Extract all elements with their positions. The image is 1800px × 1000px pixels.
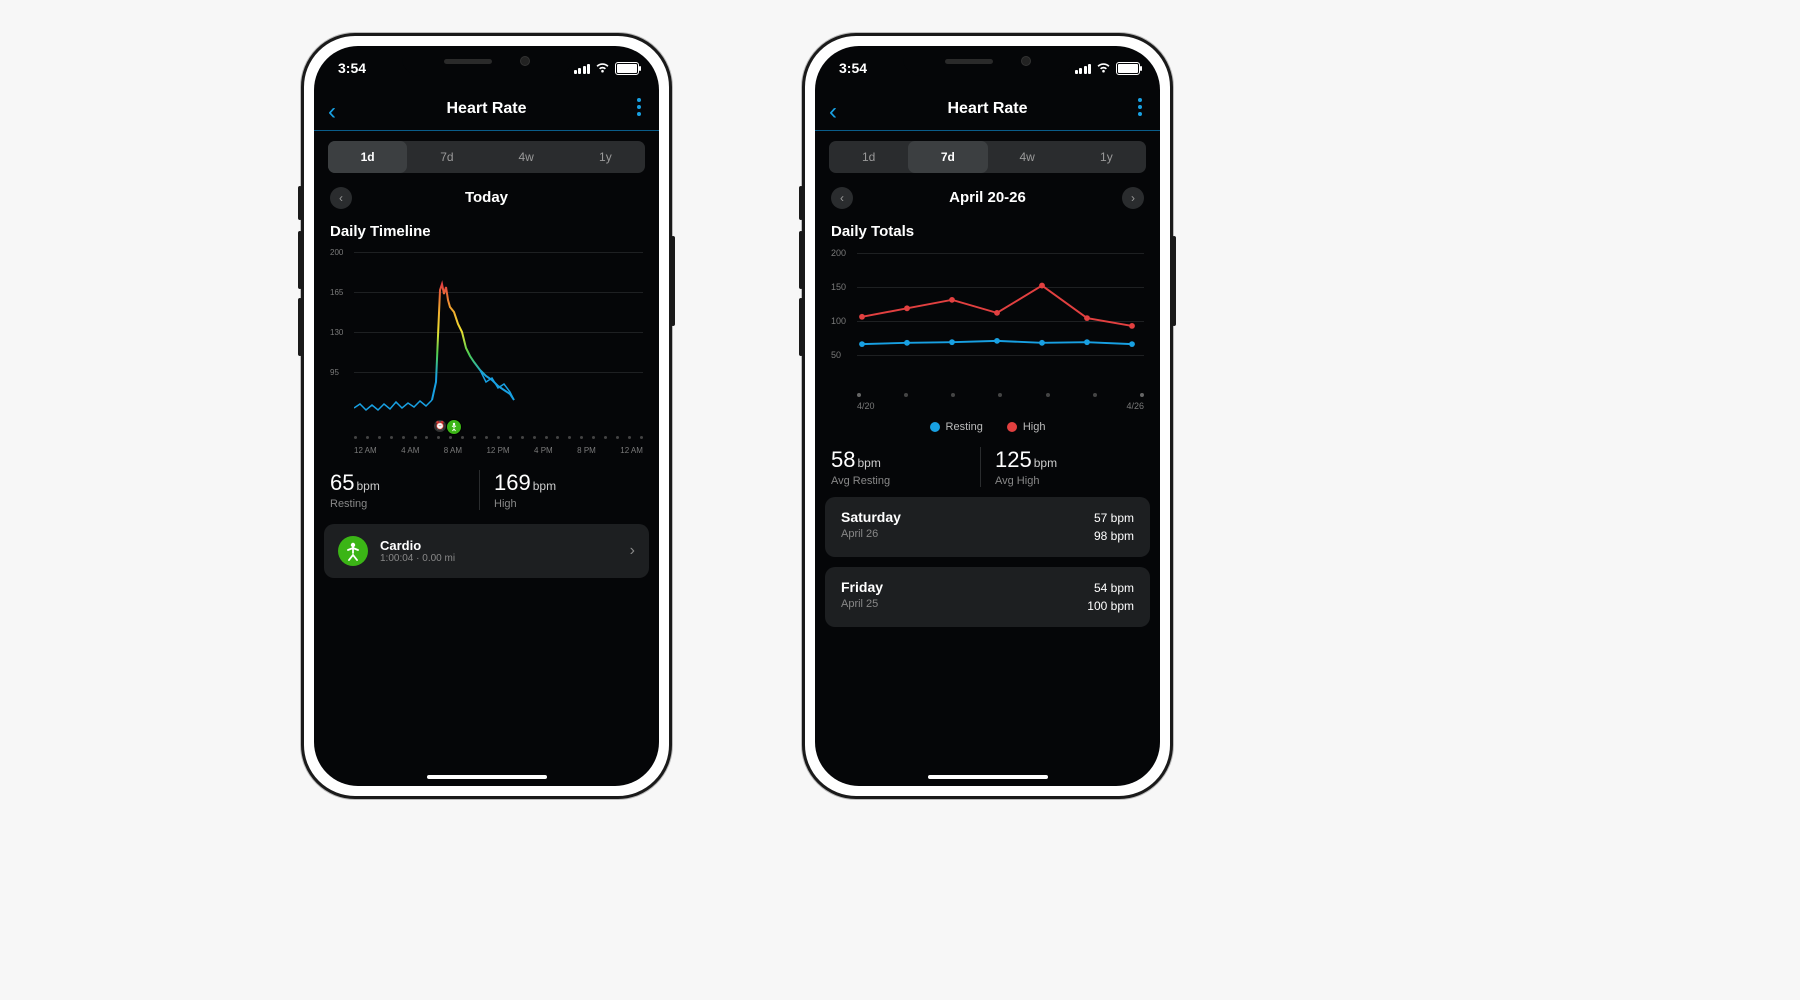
seg-4w[interactable]: 4w: [487, 141, 566, 173]
day-row[interactable]: Friday April 25 54 bpm 100 bpm: [825, 567, 1150, 627]
chevron-right-icon: ›: [630, 542, 635, 560]
section-title: Daily Totals: [831, 223, 1144, 240]
more-menu-button[interactable]: [1138, 98, 1142, 116]
stat-avg-high: 125bpm Avg High: [980, 447, 1144, 487]
date-nav: ‹ Today: [314, 179, 659, 219]
activity-detail: 1:00:04 · 0.00 mi: [380, 553, 630, 564]
seg-4w[interactable]: 4w: [988, 141, 1067, 173]
seg-7d[interactable]: 7d: [908, 141, 987, 173]
status-time: 3:54: [338, 60, 366, 76]
home-indicator[interactable]: [427, 775, 547, 779]
chart-legend: Resting High: [815, 421, 1160, 433]
activity-row[interactable]: Cardio 1:00:04 · 0.00 mi ›: [324, 524, 649, 578]
nav-header: ‹ Heart Rate: [314, 90, 659, 131]
cellular-icon: [1075, 64, 1092, 74]
day-row[interactable]: Saturday April 26 57 bpm 98 bpm: [825, 497, 1150, 557]
section-title: Daily Timeline: [330, 223, 643, 240]
battery-icon: [615, 62, 639, 75]
range-segmented: 1d 7d 4w 1y: [829, 141, 1146, 173]
stats-row: 58bpm Avg Resting 125bpm Avg High: [831, 447, 1144, 487]
wifi-icon: [595, 62, 610, 75]
date-label: Today: [314, 189, 659, 206]
stat-high: 169bpm High: [479, 470, 643, 510]
wifi-icon: [1096, 62, 1111, 75]
stat-resting: 65bpm Resting: [330, 470, 479, 510]
activity-badge-icon: [338, 536, 368, 566]
seg-1y[interactable]: 1y: [566, 141, 645, 173]
daily-timeline-chart[interactable]: 200 165 130 95: [330, 248, 643, 458]
seg-1d[interactable]: 1d: [328, 141, 407, 173]
page-title: Heart Rate: [815, 100, 1160, 118]
page-title: Heart Rate: [314, 100, 659, 118]
cellular-icon: [574, 64, 591, 74]
weekly-lines: [857, 253, 1137, 388]
range-segmented: 1d 7d 4w 1y: [328, 141, 645, 173]
stat-avg-resting: 58bpm Avg Resting: [831, 447, 980, 487]
date-nav: ‹ April 20-26 ›: [815, 179, 1160, 219]
activity-title: Cardio: [380, 538, 630, 553]
nav-header: ‹ Heart Rate: [815, 90, 1160, 131]
seg-7d[interactable]: 7d: [407, 141, 486, 173]
activity-marker-icon: [446, 419, 462, 435]
seg-1y[interactable]: 1y: [1067, 141, 1146, 173]
battery-icon: [1116, 62, 1140, 75]
alarm-marker-icon: ⏰: [434, 420, 446, 432]
date-next-button[interactable]: ›: [1122, 187, 1144, 209]
status-time: 3:54: [839, 60, 867, 76]
hr-waveform: [354, 252, 644, 432]
stats-row: 65bpm Resting 169bpm High: [330, 470, 643, 510]
date-label: April 20-26: [815, 189, 1160, 206]
home-indicator[interactable]: [928, 775, 1048, 779]
more-menu-button[interactable]: [637, 98, 641, 116]
daily-totals-chart[interactable]: 200 150 100 50 4/20 4/26: [831, 248, 1144, 413]
seg-1d[interactable]: 1d: [829, 141, 908, 173]
